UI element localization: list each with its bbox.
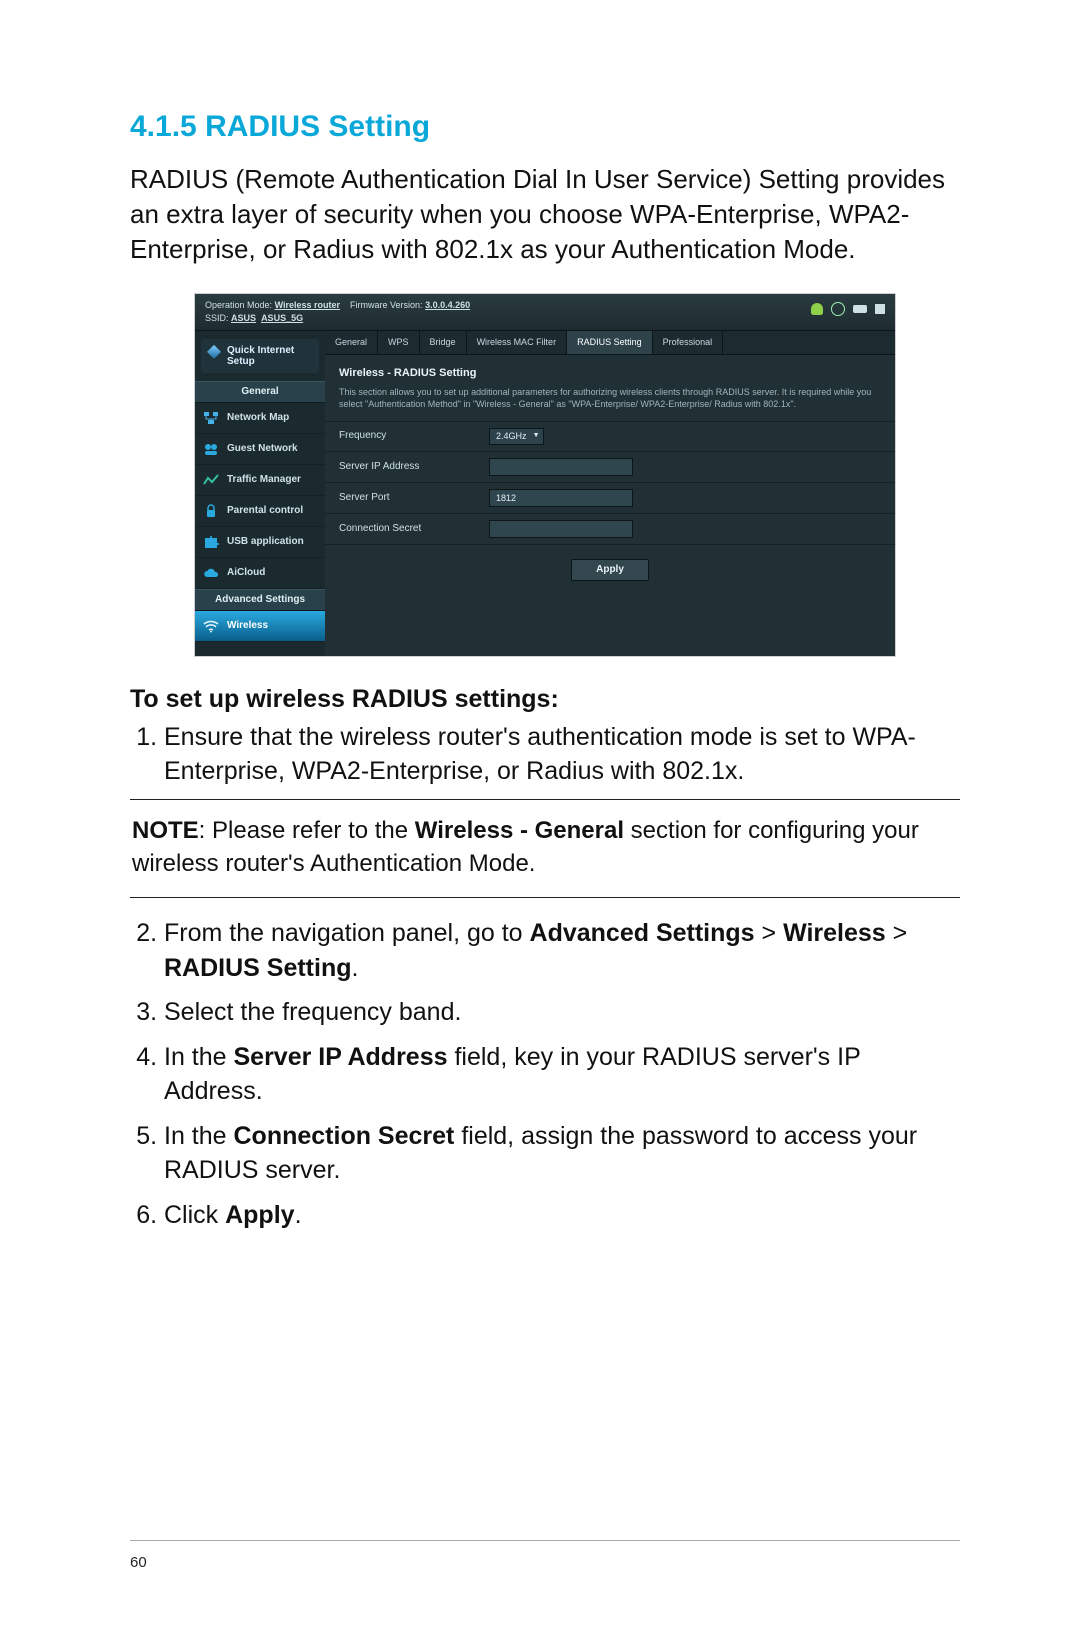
globe-icon[interactable] [831,302,845,316]
sidebar-item-usb-application[interactable]: USB application [195,527,325,558]
tab-wps[interactable]: WPS [378,331,420,354]
sidebar-item-traffic-manager[interactable]: Traffic Manager [195,465,325,496]
apply-button[interactable]: Apply [571,559,649,581]
row-connection-secret: Connection Secret [325,514,895,545]
note-box: NOTE: Please refer to the Wireless - Gen… [130,799,960,898]
router-topbar: Operation Mode: Wireless router Firmware… [195,294,895,331]
sidebar-header-advanced: Advanced Settings [195,589,325,611]
router-main: General WPS Bridge Wireless MAC Filter R… [325,331,895,656]
step-2: From the navigation panel, go to Advance… [164,916,960,985]
server-ip-input[interactable] [489,458,633,476]
router-sidebar: Quick Internet Setup General Network Map… [195,331,325,656]
guest-network-icon [203,442,219,456]
steps-list-1: Ensure that the wireless router's authen… [130,720,960,789]
wifi-icon [203,619,219,633]
sidebar-item-parental-control[interactable]: Parental control [195,496,325,527]
note-prefix: NOTE [132,817,199,844]
tab-professional[interactable]: Professional [653,331,724,354]
server-port-input[interactable] [489,489,633,507]
manual-page: 4.1.5 RADIUS Setting RADIUS (Remote Auth… [0,0,1080,1232]
steps-list-2: From the navigation panel, go to Advance… [130,916,960,1232]
step-4: In the Server IP Address field, key in y… [164,1040,960,1109]
tab-general[interactable]: General [325,331,378,354]
section-intro: RADIUS (Remote Authentication Dial In Us… [130,162,960,267]
section-title-text: RADIUS Setting [205,110,430,143]
server-port-label: Server Port [339,492,489,504]
user-icon[interactable] [811,303,823,315]
op-mode-value[interactable]: Wireless router [275,300,340,310]
usb-icon[interactable] [853,305,867,313]
lock-icon [203,504,219,518]
panel-description: This section allows you to set up additi… [325,386,895,422]
sidebar-item-guest-network[interactable]: Guest Network [195,434,325,465]
quick-internet-setup[interactable]: Quick Internet Setup [201,339,319,373]
logout-icon[interactable] [875,304,885,314]
tab-bridge[interactable]: Bridge [420,331,467,354]
connection-secret-input[interactable] [489,520,633,538]
traffic-manager-icon [203,473,219,487]
sidebar-item-label: Parental control [227,505,303,517]
router-screenshot: Operation Mode: Wireless router Firmware… [194,293,896,657]
step-5: In the Connection Secret field, assign t… [164,1119,960,1188]
sidebar-item-label: Wireless [227,620,268,632]
sidebar-item-label: Network Map [227,412,289,424]
sidebar-item-wireless[interactable]: Wireless [195,611,325,642]
topbar-text: Operation Mode: Wireless router Firmware… [205,300,811,326]
sidebar-item-label: Guest Network [227,443,298,455]
panel-title: Wireless - RADIUS Setting [325,355,895,386]
tab-radius-setting[interactable]: RADIUS Setting [567,331,653,354]
tab-mac-filter[interactable]: Wireless MAC Filter [467,331,568,354]
sidebar-item-label: Traffic Manager [227,474,301,486]
step-3: Select the frequency band. [164,995,960,1030]
cloud-icon [203,566,219,580]
section-heading: 4.1.5 RADIUS Setting [130,110,960,144]
sidebar-item-label: AiCloud [227,567,265,579]
puzzle-icon [203,535,219,549]
row-server-ip: Server IP Address [325,452,895,483]
connection-secret-label: Connection Secret [339,523,489,535]
step-1: Ensure that the wireless router's authen… [164,720,960,789]
network-map-icon [203,411,219,425]
fw-value[interactable]: 3.0.0.4.260 [425,300,470,310]
server-ip-label: Server IP Address [339,461,489,473]
section-number: 4.1.5 [130,110,197,143]
tabs: General WPS Bridge Wireless MAC Filter R… [325,331,895,355]
sidebar-item-network-map[interactable]: Network Map [195,403,325,434]
row-server-port: Server Port [325,483,895,514]
ssid2[interactable]: ASUS_5G [261,313,303,323]
note-text-1: : Please refer to the [199,817,415,844]
note-bold: Wireless - General [415,817,624,844]
frequency-select[interactable]: 2.4GHz [489,428,544,445]
sidebar-item-aicloud[interactable]: AiCloud [195,558,325,589]
fw-label: Firmware Version: [350,300,423,310]
frequency-label: Frequency [339,430,489,442]
page-number: 60 [130,1554,147,1571]
instructions-heading: To set up wireless RADIUS settings: [130,685,960,714]
op-mode-label: Operation Mode: [205,300,272,310]
ssid-label: SSID: [205,313,229,323]
footer-rule [130,1540,960,1541]
ssid1[interactable]: ASUS [231,313,256,323]
topbar-icons [811,300,885,316]
sidebar-header-general: General [195,381,325,403]
step-6: Click Apply. [164,1198,960,1233]
sidebar-item-label: USB application [227,536,304,548]
row-frequency: Frequency 2.4GHz [325,422,895,452]
